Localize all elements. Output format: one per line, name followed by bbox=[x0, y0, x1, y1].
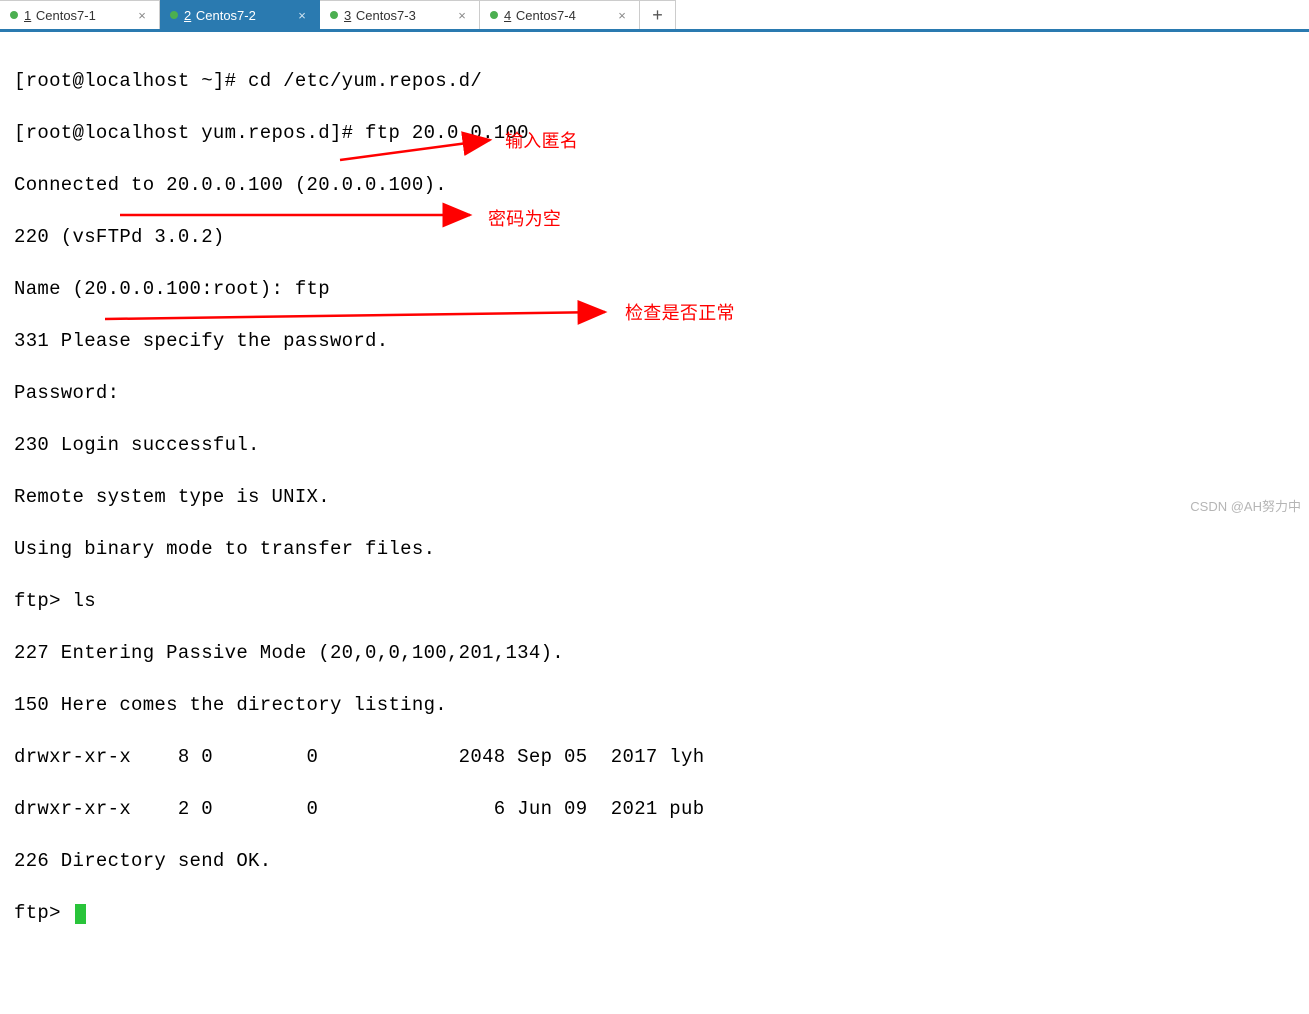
terminal-line: [root@localhost ~]# cd /etc/yum.repos.d/ bbox=[14, 68, 1295, 94]
tab-label: 1 Centos7-1 bbox=[24, 8, 129, 23]
tab-label: 3 Centos7-3 bbox=[344, 8, 449, 23]
tab-centos7-2[interactable]: 2 Centos7-2 × bbox=[160, 0, 320, 29]
tab-label: 4 Centos7-4 bbox=[504, 8, 609, 23]
arrow-icon bbox=[105, 307, 615, 321]
terminal-line: 227 Entering Passive Mode (20,0,0,100,20… bbox=[14, 640, 1295, 666]
annotation-check-normal: 检查是否正常 bbox=[625, 300, 735, 326]
add-tab-button[interactable]: + bbox=[640, 0, 676, 29]
terminal-line: Name (20.0.0.100:root): ftp bbox=[14, 276, 1295, 302]
tab-centos7-1[interactable]: 1 Centos7-1 × bbox=[0, 0, 160, 29]
status-dot-icon bbox=[330, 11, 338, 19]
terminal-line: 150 Here comes the directory listing. bbox=[14, 692, 1295, 718]
tab-label: 2 Centos7-2 bbox=[184, 8, 289, 23]
tab-centos7-3[interactable]: 3 Centos7-3 × bbox=[320, 0, 480, 29]
tab-bar: 1 Centos7-1 × 2 Centos7-2 × 3 Centos7-3 … bbox=[0, 0, 1309, 32]
close-icon[interactable]: × bbox=[455, 8, 469, 23]
terminal-line: drwxr-xr-x 2 0 0 6 Jun 09 2021 pub bbox=[14, 796, 1295, 822]
terminal-line: Connected to 20.0.0.100 (20.0.0.100). bbox=[14, 172, 1295, 198]
terminal-line: 226 Directory send OK. bbox=[14, 848, 1295, 874]
status-dot-icon bbox=[490, 11, 498, 19]
terminal-output[interactable]: [root@localhost ~]# cd /etc/yum.repos.d/… bbox=[0, 32, 1309, 1014]
terminal-cursor bbox=[75, 904, 86, 924]
status-dot-icon bbox=[10, 11, 18, 19]
terminal-line: Password: bbox=[14, 380, 1295, 406]
close-icon[interactable]: × bbox=[295, 8, 309, 23]
terminal-line: 230 Login successful. bbox=[14, 432, 1295, 458]
tab-centos7-4[interactable]: 4 Centos7-4 × bbox=[480, 0, 640, 29]
terminal-line: 220 (vsFTPd 3.0.2) bbox=[14, 224, 1295, 250]
close-icon[interactable]: × bbox=[615, 8, 629, 23]
terminal-prompt: ftp> bbox=[14, 900, 1295, 926]
watermark: CSDN @AH努力中 bbox=[1190, 496, 1301, 515]
terminal-line: drwxr-xr-x 8 0 0 2048 Sep 05 2017 lyh bbox=[14, 744, 1295, 770]
terminal-line: 331 Please specify the password. bbox=[14, 328, 1295, 354]
terminal-line: Remote system type is UNIX. bbox=[14, 484, 1295, 510]
terminal-line: ftp> ls bbox=[14, 588, 1295, 614]
close-icon[interactable]: × bbox=[135, 8, 149, 23]
status-dot-icon bbox=[170, 11, 178, 19]
terminal-line: [root@localhost yum.repos.d]# ftp 20.0.0… bbox=[14, 120, 1295, 146]
terminal-line: Using binary mode to transfer files. bbox=[14, 536, 1295, 562]
arrow-icon bbox=[120, 208, 480, 222]
